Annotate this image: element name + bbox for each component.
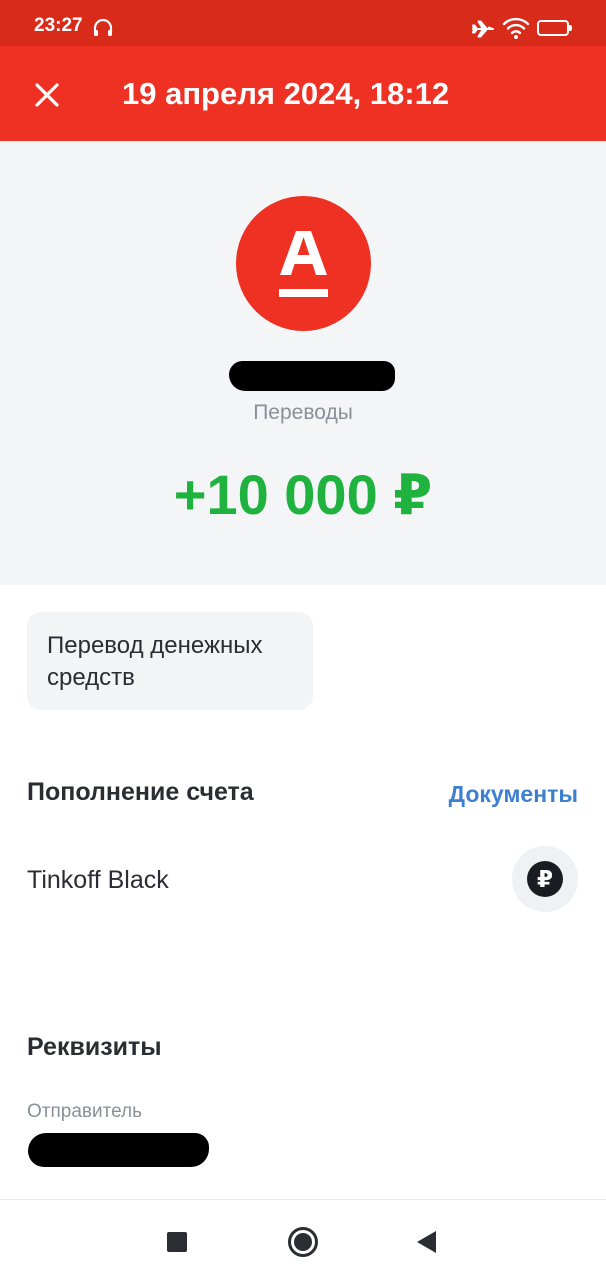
battery-icon: 66	[537, 20, 572, 36]
battery-percent: 66	[546, 22, 560, 34]
close-button[interactable]	[22, 70, 72, 120]
merchant-category: Переводы	[253, 401, 353, 424]
recent-apps-icon[interactable]	[157, 1222, 197, 1262]
ruble-icon: ₽	[527, 861, 563, 897]
account-name[interactable]: Tinkoff Black	[27, 864, 169, 896]
page-title: 19 апреля 2024, 18:12	[122, 76, 450, 111]
transaction-type-chip: Перевод денежных средств	[27, 612, 313, 710]
sender-name-redacted	[28, 1133, 209, 1167]
headphones-icon	[93, 18, 113, 36]
details-section-title: Реквизиты	[27, 1033, 162, 1061]
close-icon	[35, 83, 59, 107]
screen: 23:27 66 19 апреля 2024, 18:12 Переводы …	[0, 0, 606, 1280]
home-icon[interactable]	[283, 1222, 323, 1262]
transaction-amount: +10 000 ₽	[173, 463, 433, 526]
system-nav-bar	[0, 1199, 606, 1280]
status-time: 23:27	[34, 15, 83, 36]
alfa-bank-logo	[236, 196, 371, 331]
back-icon[interactable]	[406, 1222, 446, 1262]
account-section-title: Пополнение счета	[27, 778, 254, 806]
alfa-logo-icon	[279, 231, 328, 297]
merchant-name-redacted	[229, 361, 395, 391]
account-icon-button[interactable]: ₽	[512, 846, 578, 912]
transaction-hero: Переводы +10 000 ₽	[0, 141, 606, 585]
airplane-mode-icon	[472, 20, 494, 38]
wifi-icon	[502, 17, 530, 39]
sender-label: Отправитель	[27, 1101, 143, 1122]
documents-link[interactable]: Документы	[449, 779, 578, 809]
app-header: 19 апреля 2024, 18:12	[0, 46, 606, 141]
status-bar: 23:27 66	[0, 0, 606, 46]
